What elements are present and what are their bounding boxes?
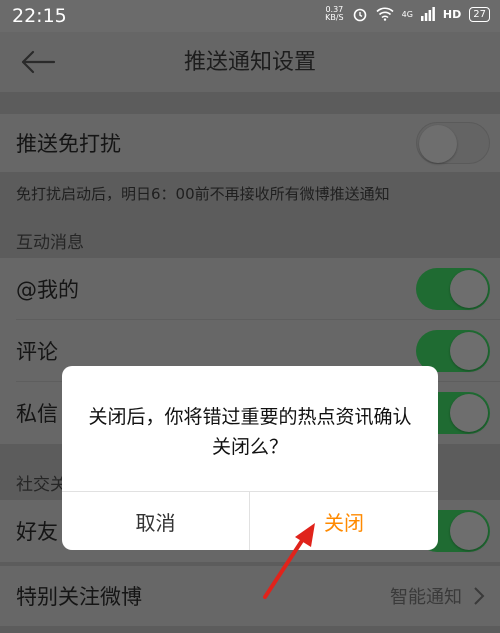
section-social: 社交关 [16, 475, 67, 495]
chevron-right-icon [474, 587, 485, 605]
row-special-follow[interactable]: 特别关注微博 智能通知 [0, 566, 500, 626]
page-title: 推送通知设置 [183, 50, 316, 75]
status-icons: 0.37 KB/S 4G HD 27 [325, 6, 490, 22]
network-speed-unit: KB/S [325, 13, 344, 22]
dnd-row[interactable]: 推送免打扰 [0, 114, 500, 172]
row-mentions[interactable]: @我的 [0, 258, 500, 320]
battery-icon: 27 [469, 6, 490, 22]
network-type: 4G [401, 9, 413, 19]
toggle-knob [450, 512, 488, 550]
cancel-button[interactable]: 取消 [62, 492, 249, 550]
dialog-message: 关闭后，你将错过重要的热点资讯确认关闭么？ [88, 406, 412, 458]
row-label: 私信 [16, 402, 58, 426]
spacer [0, 92, 500, 114]
dnd-hint: 免打扰启动后，明日6：00前不再接收所有微博推送通知 [16, 185, 390, 203]
confirm-dialog: 关闭后，你将错过重要的热点资讯确认关闭么？ 取消 关闭 [62, 366, 438, 550]
mentions-toggle[interactable] [416, 268, 490, 310]
status-time: 22:15 [12, 5, 67, 27]
alarm-icon [353, 8, 366, 22]
row-label: 特别关注微博 [16, 585, 142, 609]
section-interaction: 互动消息 [16, 233, 84, 253]
status-bar: 22:15 0.37 KB/S 4G HD 27 [0, 0, 500, 32]
row-label: @我的 [16, 278, 79, 302]
dnd-toggle[interactable] [416, 122, 490, 164]
network-speed: 0.37 KB/S [325, 6, 344, 22]
annotation-arrow-icon [263, 523, 315, 599]
row-label: 好友 [16, 520, 58, 544]
toggle-knob [419, 125, 457, 163]
toggle-knob [450, 270, 488, 308]
wifi-icon [376, 7, 394, 21]
app-bar: 推送通知设置 [0, 32, 500, 92]
row-value: 智能通知 [390, 587, 462, 608]
signal-icon [420, 7, 435, 21]
battery-level: 27 [473, 8, 486, 20]
dnd-label: 推送免打扰 [16, 132, 121, 156]
toggle-knob [450, 394, 488, 432]
hd-badge: HD [442, 7, 462, 21]
row-label: 评论 [16, 340, 58, 364]
toggle-knob [450, 332, 488, 370]
